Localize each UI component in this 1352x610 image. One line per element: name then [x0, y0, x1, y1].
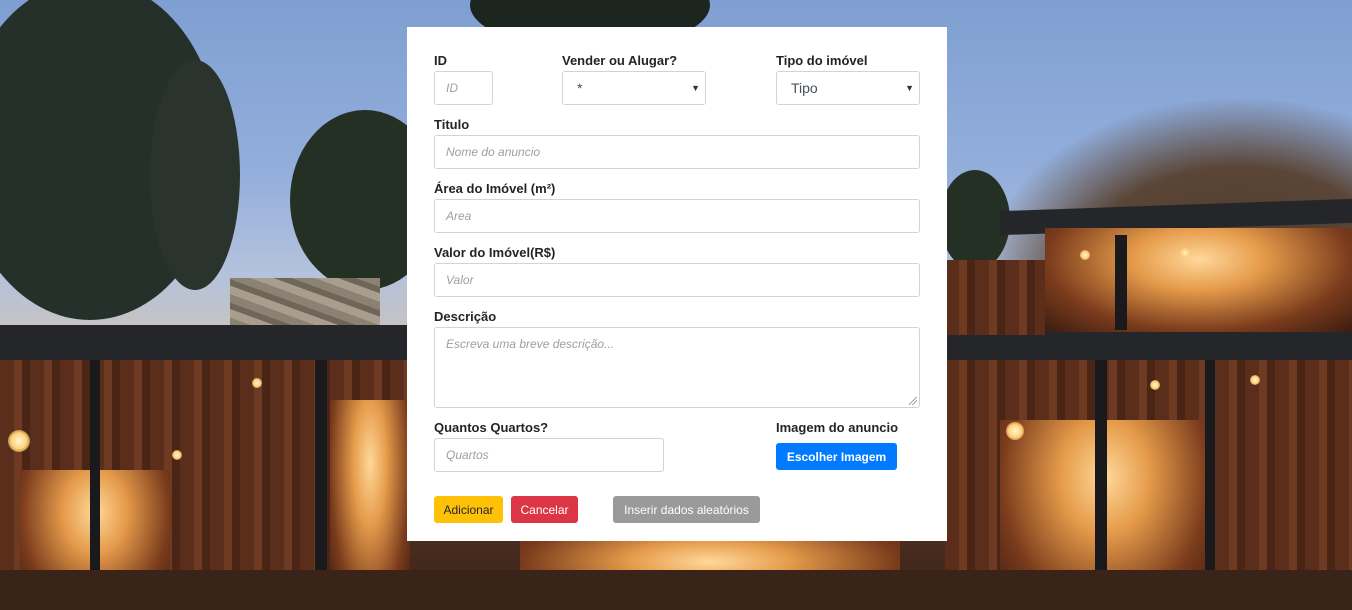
image-label: Imagem do anuncio [776, 420, 899, 435]
deal-type-label: Vender ou Alugar? [562, 53, 678, 68]
id-label: ID [434, 53, 447, 68]
add-button[interactable]: Adicionar [434, 496, 503, 523]
title-label: Titulo [434, 117, 470, 132]
deal-type-select[interactable]: * ▼ [562, 71, 706, 105]
property-form-card: ID ID Vender ou Alugar? * ▼ Tipo do imóv… [407, 27, 947, 541]
random-data-button[interactable]: Inserir dados aleatórios [613, 496, 760, 523]
resize-handle-icon[interactable] [909, 397, 917, 405]
rooms-label: Quantos Quartos? [434, 420, 549, 435]
rooms-input[interactable]: Quartos [434, 438, 664, 472]
area-label: Área do Imóvel (m²) [434, 181, 556, 196]
cancel-button[interactable]: Cancelar [511, 496, 578, 523]
id-input[interactable]: ID [434, 71, 493, 105]
property-type-selected-value: Tipo [791, 80, 818, 96]
area-input[interactable]: Area [434, 199, 920, 233]
value-label: Valor do Imóvel(R$) [434, 245, 556, 260]
chevron-down-icon: ▼ [691, 83, 700, 93]
chevron-down-icon: ▼ [905, 83, 914, 93]
deal-type-selected-value: * [577, 80, 583, 96]
property-type-select[interactable]: Tipo ▼ [776, 71, 920, 105]
title-input[interactable]: Nome do anuncio [434, 135, 920, 169]
property-type-label: Tipo do imóvel [776, 53, 868, 68]
value-input[interactable]: Valor [434, 263, 920, 297]
description-label: Descrição [434, 309, 497, 324]
choose-image-button[interactable]: Escolher Imagem [776, 443, 897, 470]
description-placeholder: Escreva uma breve descrição... [446, 337, 615, 351]
description-textarea[interactable]: Escreva uma breve descrição... [434, 327, 920, 408]
